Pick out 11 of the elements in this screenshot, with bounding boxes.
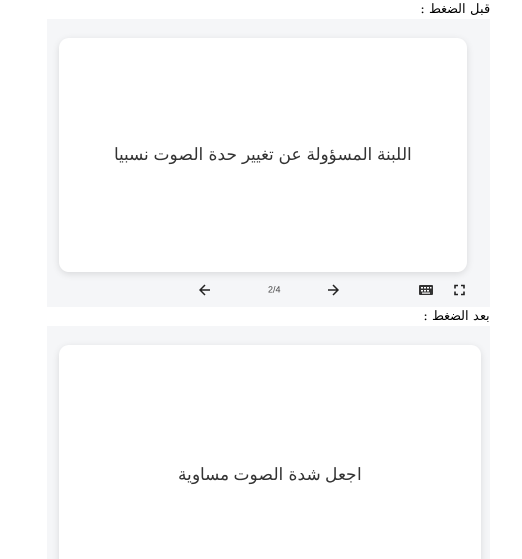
forward-arrow-icon[interactable] — [327, 284, 339, 296]
fullscreen-icon[interactable] — [454, 284, 465, 295]
card-text: اللبنة المسؤولة عن تغيير حدة الصوت نسبيا — [114, 144, 412, 166]
card-text: اجعل شدة الصوت مساوية — [178, 464, 362, 486]
back-arrow-icon[interactable] — [199, 284, 211, 296]
flashcard[interactable]: اجعل شدة الصوت مساوية — [59, 345, 481, 559]
section-label: قبل الضغط : — [419, 1, 490, 19]
flashcard[interactable]: اللبنة المسؤولة عن تغيير حدة الصوت نسبيا — [59, 38, 467, 272]
section-label: بعد الضغط : — [422, 308, 490, 326]
keyboard-icon[interactable] — [419, 284, 433, 294]
card-counter: 2/4 — [268, 282, 281, 296]
